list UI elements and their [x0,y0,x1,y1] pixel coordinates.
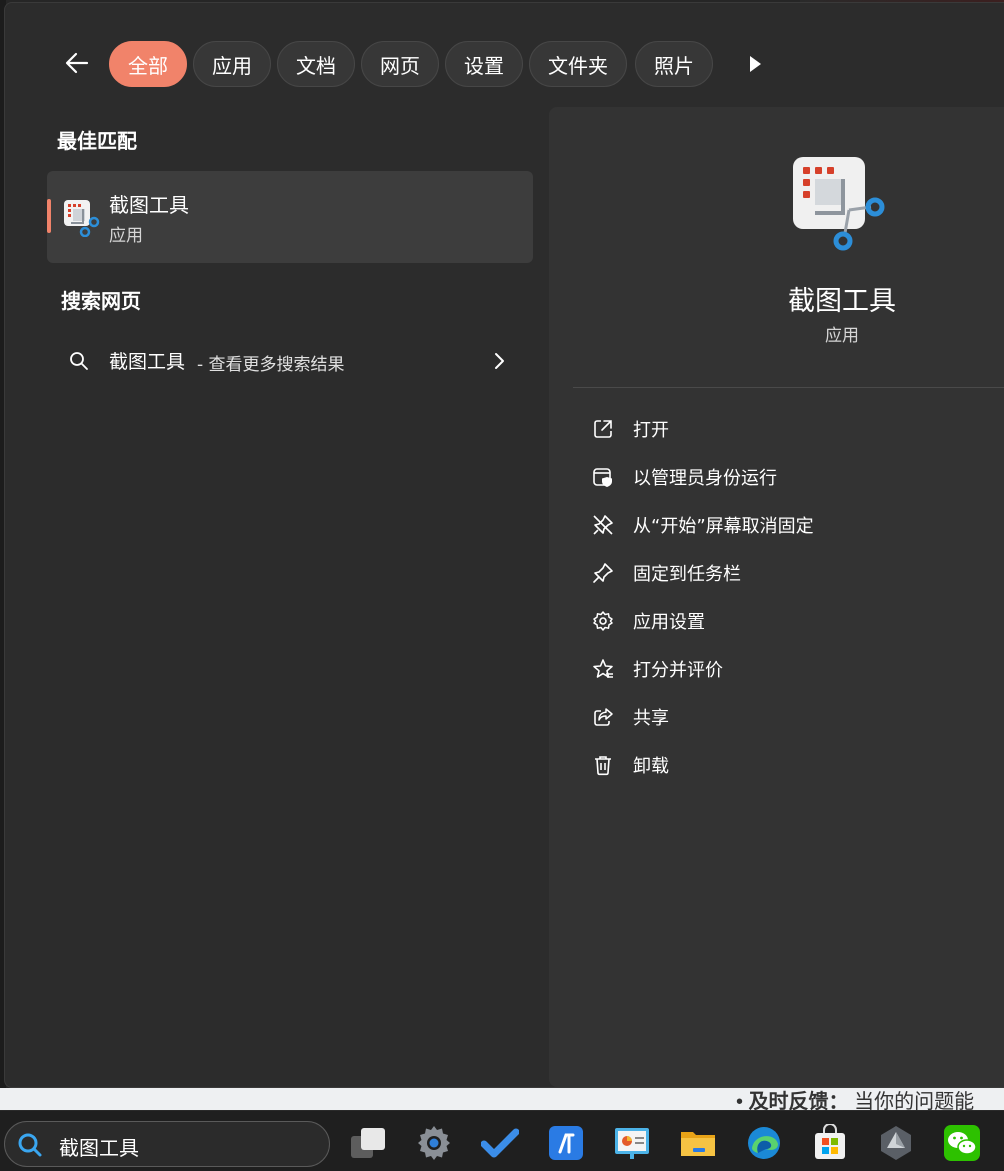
detail-app-name: 截图工具 [788,286,896,317]
trash-icon [591,753,615,777]
share-icon [591,705,615,729]
settings-icon[interactable] [414,1123,454,1163]
start-search-panel: 全部 应用 文档 网页 设置 文件夹 照片 最佳匹配 截图工具 应用 搜索网页 [4,2,1004,1088]
snipping-tool-large-icon [793,157,885,251]
background-document-text: • 及时反馈： 当你的问题能 [736,1091,975,1110]
filter-chip-folders[interactable]: 文件夹 [529,41,627,87]
action-label: 打分并评价 [633,660,723,681]
action-label: 从“开始”屏幕取消固定 [633,516,814,537]
play-right-icon [750,56,761,72]
detail-divider [573,387,1004,388]
selection-indicator [47,199,51,233]
action-open[interactable]: 打开 [573,409,993,449]
app-detail-pane: 截图工具 应用 打开 以管理员身份运行 从“开始”屏幕取消固定 固定到任务栏 应… [549,107,1004,1087]
web-search-suffix: - 查看更多搜索结果 [197,355,345,375]
pin-icon [591,561,615,585]
action-label: 应用设置 [633,612,705,633]
action-app-settings[interactable]: 应用设置 [573,601,993,641]
detail-app-type: 应用 [825,326,859,346]
action-run-as-admin[interactable]: 以管理员身份运行 [573,457,993,497]
file-explorer-icon[interactable] [678,1123,718,1163]
more-filters-button[interactable] [741,49,769,79]
edge-icon[interactable] [744,1123,784,1163]
action-label: 固定到任务栏 [633,564,741,585]
task-view-icon[interactable] [348,1123,388,1163]
filter-chip-photos[interactable]: 照片 [635,41,713,87]
action-label: 打开 [633,420,669,441]
todo-icon[interactable] [480,1123,520,1163]
action-label: 以管理员身份运行 [633,468,777,489]
filter-chip-web[interactable]: 网页 [361,41,439,87]
arrow-left-icon [65,52,89,74]
search-icon [18,1133,42,1157]
snipping-tool-icon [64,200,100,237]
best-match-app-name: 截图工具 [109,193,189,217]
web-search-result[interactable]: 截图工具 - 查看更多搜索结果 [47,337,533,385]
filter-bar: 全部 应用 文档 网页 设置 文件夹 照片 [5,37,1004,89]
store-icon[interactable] [810,1123,850,1163]
filter-chip-settings[interactable]: 设置 [445,41,523,87]
web-search-term: 截图工具 [109,351,186,373]
gear-icon [591,609,615,633]
admin-shield-icon [591,465,615,489]
unity-icon[interactable] [876,1123,916,1163]
search-icon [70,352,88,370]
best-match-heading: 最佳匹配 [57,129,137,153]
chevron-right-icon [495,353,504,369]
star-rate-icon [591,657,615,681]
presentation-icon[interactable] [612,1123,652,1163]
wechat-icon[interactable] [942,1123,982,1163]
back-button[interactable] [59,45,95,81]
best-match-result[interactable]: 截图工具 应用 [47,171,533,263]
filter-chip-documents[interactable]: 文档 [277,41,355,87]
action-label: 共享 [633,708,669,729]
taskbar: 截图工具 [0,1110,1004,1171]
action-uninstall[interactable]: 卸载 [573,745,993,785]
filter-chip-apps[interactable]: 应用 [193,41,271,87]
best-match-app-type: 应用 [109,226,143,246]
unpin-icon [591,513,615,537]
open-external-icon [591,417,615,441]
web-search-heading: 搜索网页 [61,289,141,313]
filter-chip-all[interactable]: 全部 [109,41,187,87]
action-label: 卸载 [633,756,669,777]
app-blue-icon[interactable] [546,1123,586,1163]
taskbar-search-value: 截图工具 [59,1136,139,1160]
action-share[interactable]: 共享 [573,697,993,737]
action-pin-to-taskbar[interactable]: 固定到任务栏 [573,553,993,593]
action-rate-and-review[interactable]: 打分并评价 [573,649,993,689]
action-unpin-from-start[interactable]: 从“开始”屏幕取消固定 [573,505,993,545]
taskbar-search-box[interactable]: 截图工具 [4,1121,330,1167]
